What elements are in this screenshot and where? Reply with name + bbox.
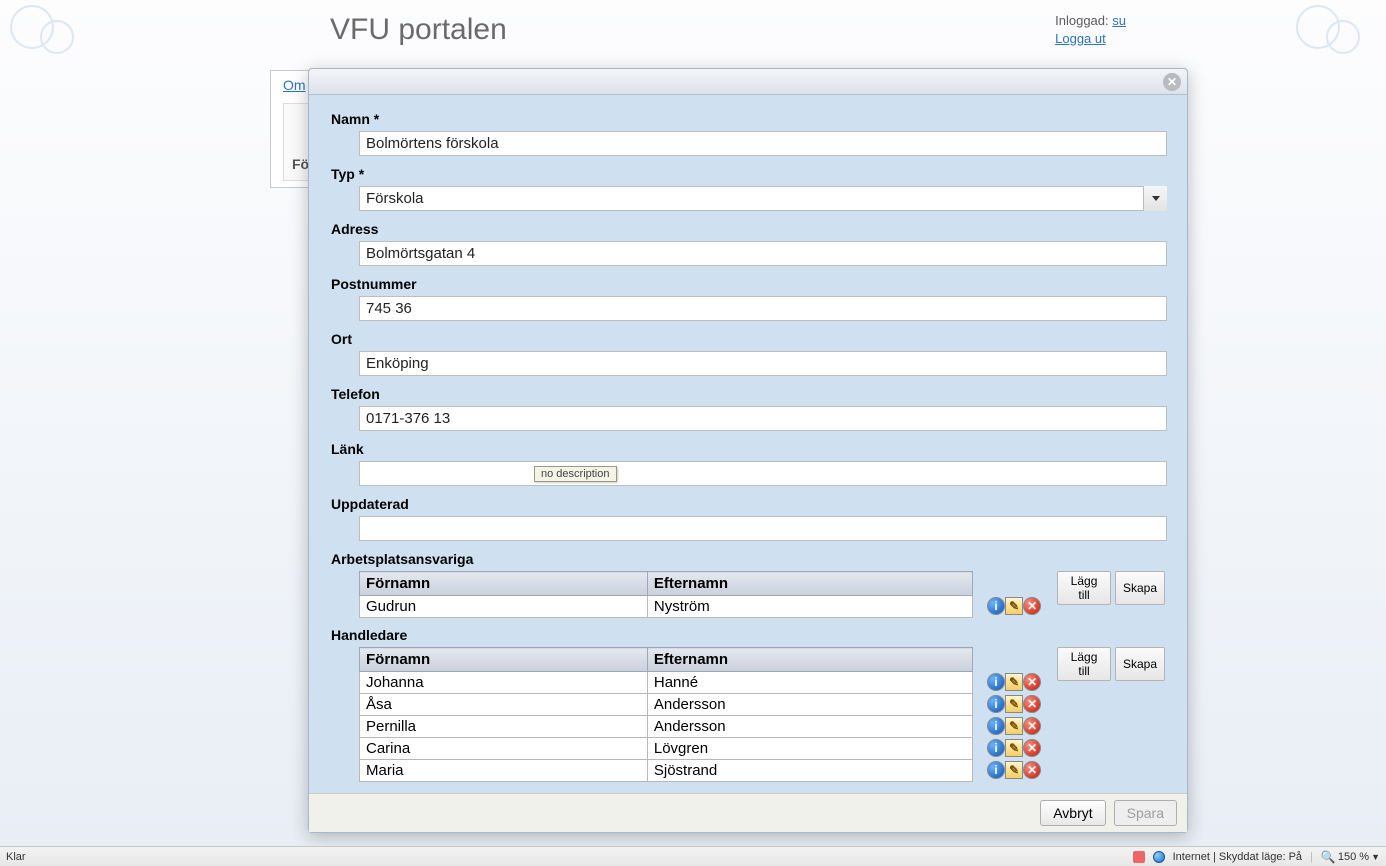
delete-icon[interactable]: ✕ [1023,761,1041,779]
browser-statusbar: Klar Internet | Skyddat läge: På | 🔍 150… [0,846,1386,866]
logged-in-label: Inloggad: [1055,13,1109,28]
type-label: Typ * [331,166,1165,182]
cell-firstname: Carina [360,738,648,760]
user-link[interactable]: su [1112,13,1126,28]
table-row: ÅsaAndersson [360,694,973,716]
dialog-footer: Avbryt Spara [309,793,1187,832]
security-zone: Internet | Skyddat läge: På [1173,851,1302,863]
table-row: PernillaAndersson [360,716,973,738]
cell-lastname: Sjöstrand [647,760,972,782]
postal-label: Postnummer [331,276,1165,292]
managers-add-button[interactable]: Lägg till [1057,571,1111,605]
info-icon[interactable]: i [987,597,1005,615]
cell-firstname: Maria [360,760,648,782]
delete-icon[interactable]: ✕ [1023,739,1041,757]
table-row: MariaSjöstrand [360,760,973,782]
phone-input[interactable] [359,406,1167,431]
save-button[interactable]: Spara [1114,800,1177,826]
address-label: Adress [331,221,1165,237]
delete-icon[interactable]: ✕ [1023,695,1041,713]
page-header: VFU portalen Inloggad: su Logga ut [0,0,1386,60]
link-input[interactable] [359,461,1167,486]
cell-firstname: Pernilla [360,716,648,738]
decorative-circles-left [0,0,100,60]
no-description-tooltip: no description [534,466,617,482]
link-label: Länk [331,441,1165,457]
address-input[interactable] [359,241,1167,266]
col-lastname: Efternamn [647,648,972,672]
separator: | [1310,851,1313,863]
info-icon[interactable]: i [987,761,1005,779]
school-edit-dialog: ✕ Namn * Typ * Adress Postnummer Ort [308,68,1188,833]
zoom-level: 150 % [1338,851,1369,863]
edit-icon[interactable]: ✎ [1005,739,1023,757]
updated-label: Uppdaterad [331,496,1165,512]
cell-lastname: Lövgren [647,738,972,760]
dialog-titlebar[interactable]: ✕ [309,69,1187,95]
cell-firstname: Åsa [360,694,648,716]
decorative-circles-right [1286,0,1386,60]
edit-icon[interactable]: ✎ [1005,761,1023,779]
managers-create-button[interactable]: Skapa [1115,571,1165,605]
supervisors-table: Förnamn Efternamn JohannaHannéÅsaAnderss… [359,647,973,782]
postal-input[interactable] [359,296,1167,321]
delete-icon[interactable]: ✕ [1023,717,1041,735]
edit-icon[interactable]: ✎ [1005,695,1023,713]
col-firstname: Förnamn [360,648,648,672]
cell-lastname: Nyström [647,596,972,618]
managers-title: Arbetsplatsansvariga [331,551,1165,567]
col-firstname: Förnamn [360,572,648,596]
managers-table: Förnamn Efternamn GudrunNyström [359,571,973,618]
cell-lastname: Hanné [647,672,972,694]
shield-icon [1133,851,1145,863]
name-input[interactable] [359,131,1167,156]
user-block: Inloggad: su Logga ut [1055,12,1126,48]
updated-input[interactable] [359,516,1167,541]
close-icon[interactable]: ✕ [1163,73,1181,91]
app-title: VFU portalen [330,13,507,47]
info-icon[interactable]: i [987,695,1005,713]
supervisors-title: Handledare [331,627,1165,643]
city-label: Ort [331,331,1165,347]
name-label: Namn * [331,111,1165,127]
dialog-body: Namn * Typ * Adress Postnummer Ort Telef… [309,95,1187,793]
edit-icon[interactable]: ✎ [1005,673,1023,691]
edit-icon[interactable]: ✎ [1005,717,1023,735]
cell-firstname: Johanna [360,672,648,694]
phone-label: Telefon [331,386,1165,402]
supervisors-create-button[interactable]: Skapa [1115,647,1165,681]
cell-lastname: Andersson [647,694,972,716]
col-lastname: Efternamn [647,572,972,596]
edit-icon[interactable]: ✎ [1005,597,1023,615]
info-icon[interactable]: i [987,739,1005,757]
type-select[interactable] [359,186,1167,211]
cell-lastname: Andersson [647,716,972,738]
chevron-down-icon[interactable]: ▼ [1371,852,1380,862]
zoom-control[interactable]: 🔍 150 % ▼ [1321,850,1380,864]
info-icon[interactable]: i [987,673,1005,691]
supervisors-add-button[interactable]: Lägg till [1057,647,1111,681]
background-tab-link[interactable]: Om [283,77,306,93]
status-ready: Klar [6,851,26,863]
info-icon[interactable]: i [987,717,1005,735]
delete-icon[interactable]: ✕ [1023,597,1041,615]
city-input[interactable] [359,351,1167,376]
cancel-button[interactable]: Avbryt [1040,800,1105,826]
logout-link[interactable]: Logga ut [1055,31,1106,46]
table-row: GudrunNyström [360,596,973,618]
zoom-icon: 🔍 [1321,850,1336,864]
table-row: CarinaLövgren [360,738,973,760]
delete-icon[interactable]: ✕ [1023,673,1041,691]
table-row: JohannaHanné [360,672,973,694]
globe-icon [1153,851,1165,863]
cell-firstname: Gudrun [360,596,648,618]
chevron-down-icon[interactable] [1143,186,1167,211]
